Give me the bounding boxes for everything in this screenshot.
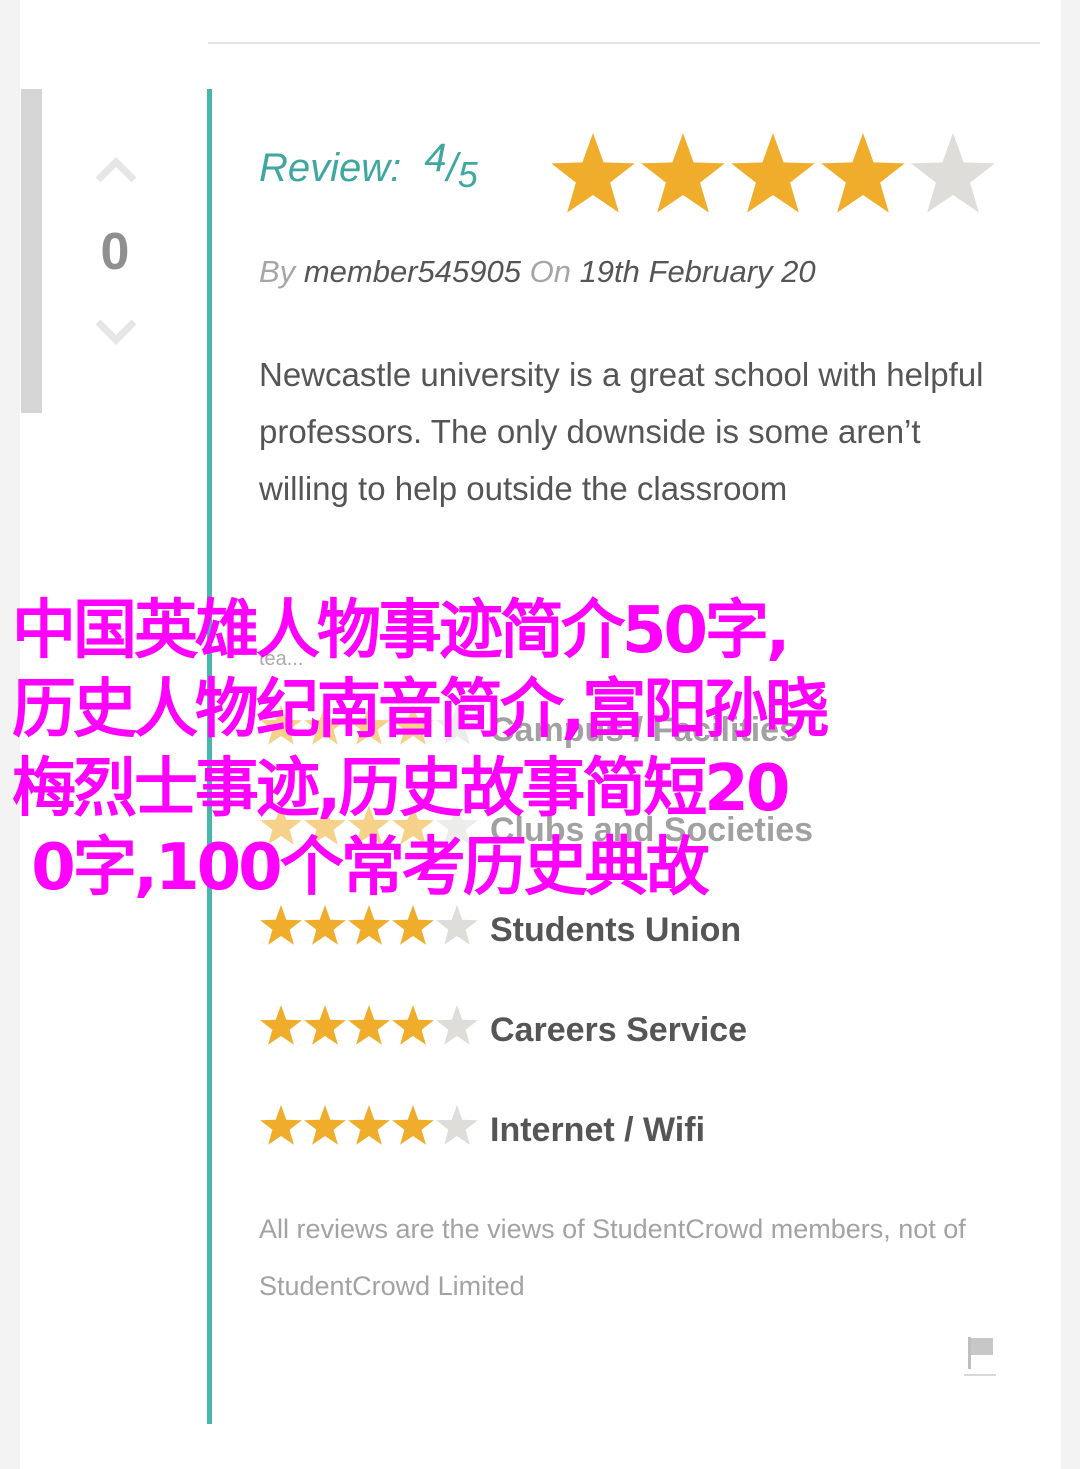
review-score: Review: 4/5 <box>259 136 478 198</box>
category-label: Students Union <box>490 911 742 949</box>
on-label: On <box>529 254 571 289</box>
overlay-line: 0字,100个常考历史典故 <box>12 831 709 905</box>
review-label: Review: <box>259 146 402 190</box>
category-star-rating <box>260 1005 478 1045</box>
review-score-value: 4 <box>424 136 447 180</box>
flag-icon[interactable] <box>964 1333 996 1377</box>
author-name[interactable]: member545905 <box>304 254 521 289</box>
divider <box>208 42 1040 44</box>
by-label: By <box>259 254 296 289</box>
review-score-slash: / <box>446 146 458 190</box>
star-icon <box>436 905 478 945</box>
category-star-rating <box>260 905 478 945</box>
star-icon <box>911 133 995 213</box>
star-icon <box>348 1005 390 1045</box>
category-students-union: Students Union <box>259 904 1019 954</box>
star-icon <box>436 1005 478 1045</box>
vote-count: 0 <box>100 223 130 281</box>
star-icon <box>436 1105 478 1145</box>
overall-star-rating <box>551 133 995 213</box>
category-label: Careers Service <box>490 1011 748 1049</box>
overlay-line: 中国英雄人物事迹简介50字, <box>12 594 790 668</box>
star-icon <box>260 1105 302 1145</box>
star-icon <box>392 1005 434 1045</box>
star-icon <box>260 905 302 945</box>
review-score-max: 5 <box>457 154 478 195</box>
star-icon <box>304 1105 346 1145</box>
category-internet-wifi: Internet / Wifi <box>259 1104 1019 1154</box>
overlay-caption: 中国英雄人物事迹简介50字, 历史人物纪南音简介,富阳孙晓 梅烈士事迹,历史故事… <box>12 592 1052 908</box>
review-date: 19th February 20 <box>579 254 816 289</box>
overlay-line: 梅烈士事迹,历史故事简短20 <box>12 752 790 826</box>
star-icon <box>392 1105 434 1145</box>
star-icon <box>260 1005 302 1045</box>
disclaimer: All reviews are the views of StudentCrow… <box>259 1214 966 1301</box>
star-icon <box>348 1105 390 1145</box>
star-icon <box>641 133 725 213</box>
category-careers-service: Careers Service <box>259 1004 1019 1054</box>
review-body: Newcastle university is a great school w… <box>259 356 984 507</box>
star-icon <box>348 905 390 945</box>
star-icon <box>731 133 815 213</box>
star-icon <box>821 133 905 213</box>
upvote-icon[interactable] <box>92 154 140 184</box>
category-star-rating <box>260 1105 478 1145</box>
overlay-line: 历史人物纪南音简介,富阳孙晓 <box>12 673 829 747</box>
star-icon <box>551 133 635 213</box>
star-icon <box>304 905 346 945</box>
vote-bar <box>21 89 42 413</box>
star-icon <box>304 1005 346 1045</box>
downvote-icon[interactable] <box>92 318 140 348</box>
byline: By member545905 On 19th February 20 <box>259 250 816 294</box>
star-icon <box>392 905 434 945</box>
category-label: Internet / Wifi <box>490 1111 706 1149</box>
